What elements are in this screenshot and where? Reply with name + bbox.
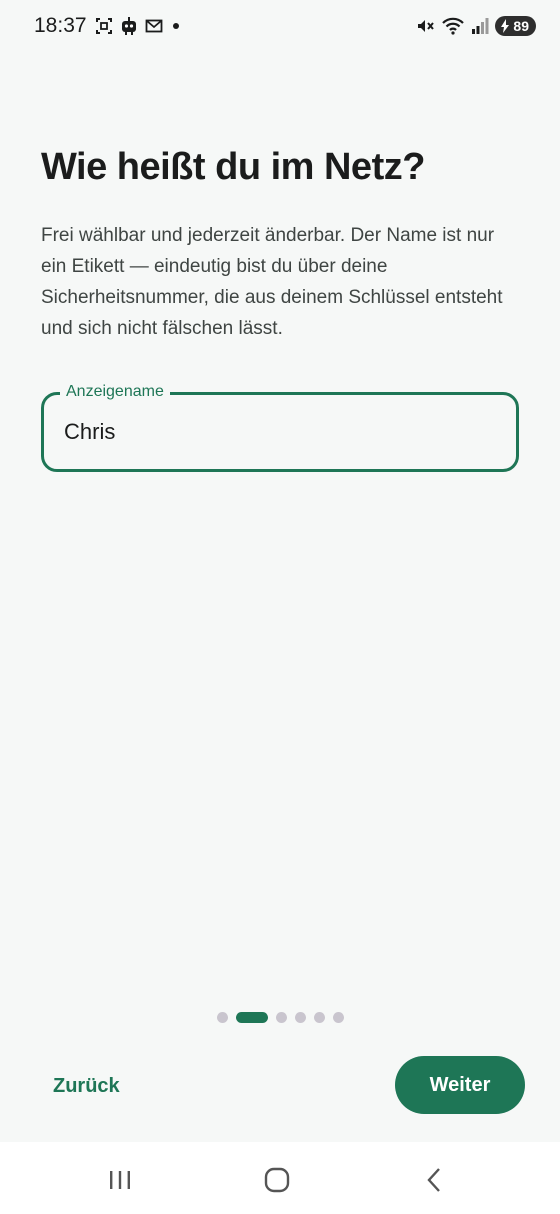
home-icon <box>264 1167 290 1193</box>
page-dot-1 <box>216 1011 228 1023</box>
display-name-input[interactable] <box>64 417 494 447</box>
page-description: Frei wählbar und jederzeit änderbar. Der… <box>41 225 503 339</box>
page-dot-2-active <box>235 1011 268 1023</box>
next-button[interactable]: Weiter <box>395 1056 525 1114</box>
display-name-label: Anzeigename <box>60 381 170 403</box>
system-back-button[interactable] <box>404 1160 464 1200</box>
mute-icon <box>415 16 435 36</box>
signal-icon <box>471 17 489 35</box>
home-button[interactable] <box>247 1160 307 1200</box>
status-left: 18:37 <box>34 14 183 38</box>
battery-charging-icon <box>501 19 510 33</box>
status-time: 18:37 <box>34 14 87 37</box>
page-dot-3 <box>275 1011 287 1023</box>
page-dot-5 <box>313 1011 325 1023</box>
page-title: Wie heißt du im Netz? <box>41 146 425 188</box>
page-indicator <box>0 1010 560 1024</box>
battery-level: 89 <box>513 18 529 34</box>
screenshot-icon <box>95 17 113 35</box>
status-bar: 18:37 89 <box>0 0 560 52</box>
battery-indicator: 89 <box>495 16 536 36</box>
recent-apps-button[interactable] <box>90 1160 150 1200</box>
back-icon <box>427 1168 440 1192</box>
page-dot-4 <box>294 1011 306 1023</box>
system-nav-bar <box>0 1142 560 1214</box>
status-right: 89 <box>415 16 536 36</box>
display-name-field[interactable]: Anzeigename <box>41 381 519 472</box>
mail-icon <box>145 18 163 34</box>
page-dot-6 <box>332 1011 344 1023</box>
back-button[interactable]: Zurück <box>38 1058 135 1114</box>
recent-apps-icon <box>110 1171 130 1189</box>
notification-dot-icon <box>169 19 183 33</box>
bot-icon <box>119 16 139 36</box>
wifi-icon <box>441 16 465 36</box>
